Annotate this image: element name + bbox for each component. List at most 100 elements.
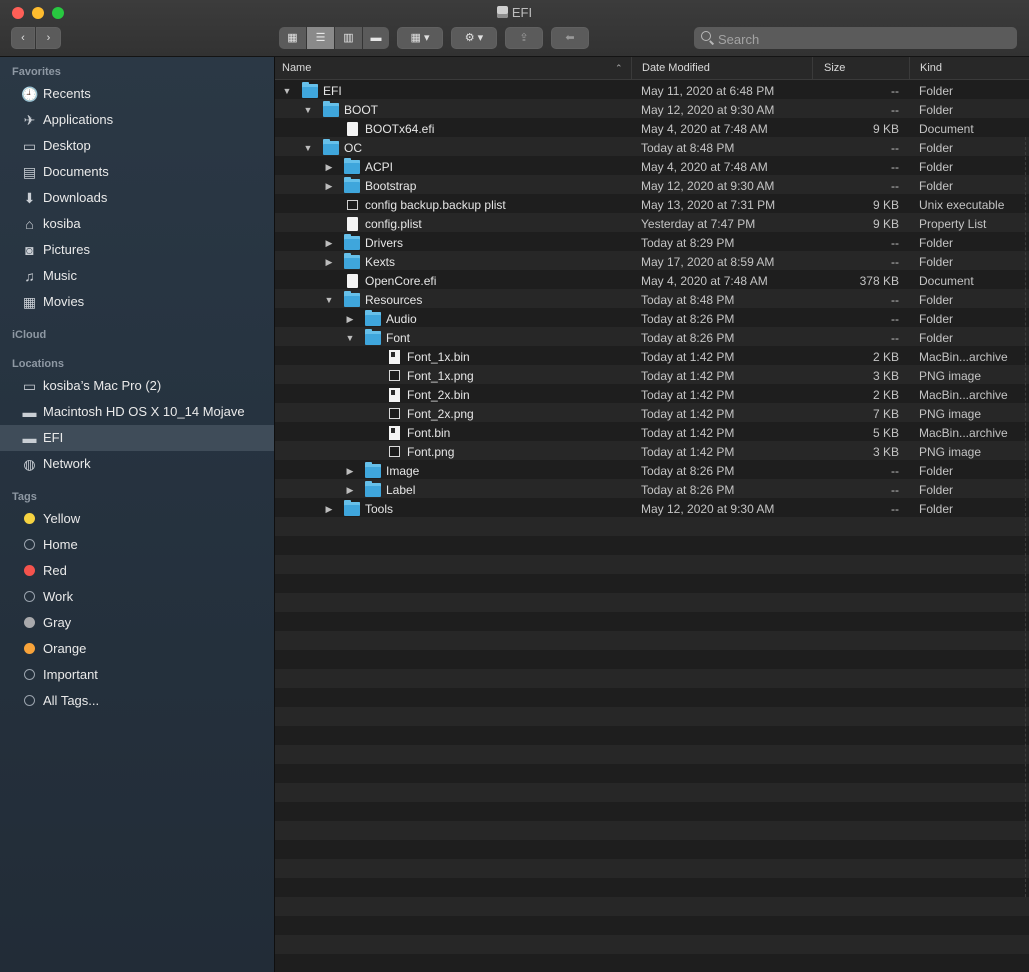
size-column-header[interactable]: Size bbox=[812, 57, 909, 79]
disclosure-open-icon[interactable]: ▼ bbox=[324, 291, 334, 310]
disclosure-closed-icon[interactable]: ▶ bbox=[324, 158, 334, 177]
sidebar-item-label: Important bbox=[43, 667, 98, 682]
file-kind: MacBin...archive bbox=[919, 426, 1008, 440]
sidebar-item-location-2[interactable]: ▬ EFI bbox=[0, 425, 274, 451]
file-row[interactable]: Font_1x.png Today at 1:42 PM 3 KB PNG image bbox=[275, 367, 1029, 386]
sidebar-item-recents[interactable]: 🕘 Recents bbox=[0, 81, 274, 107]
sidebar-item-kosiba[interactable]: ⌂ kosiba bbox=[0, 211, 274, 237]
disk-icon bbox=[496, 6, 508, 18]
file-row[interactable]: Font_1x.bin Today at 1:42 PM 2 KB MacBin...… bbox=[275, 348, 1029, 367]
action-menu-button[interactable]: ⚙ ▾ bbox=[451, 27, 497, 49]
file-name: Font_1x.png bbox=[407, 369, 474, 383]
back-button[interactable]: ‹ bbox=[11, 27, 35, 49]
sidebar-tag-important[interactable]: Important bbox=[0, 662, 274, 688]
name-column-header[interactable]: Name ⌃ bbox=[275, 57, 630, 79]
disclosure-closed-icon[interactable]: ▶ bbox=[345, 310, 355, 329]
image-file-icon bbox=[389, 408, 400, 419]
sidebar-item-location-0[interactable]: ▭ kosiba’s Mac Pro (2) bbox=[0, 373, 274, 399]
sidebar-item-applications[interactable]: ✈ Applications bbox=[0, 107, 274, 133]
kind-column-header[interactable]: Kind bbox=[909, 57, 1029, 79]
sidebar-item-music[interactable]: ♫ Music bbox=[0, 263, 274, 289]
file-row[interactable]: BOOTx64.efi May 4, 2020 at 7:48 AM 9 KB Doc… bbox=[275, 120, 1029, 139]
disclosure-open-icon[interactable]: ▼ bbox=[282, 82, 292, 101]
disclosure-open-icon[interactable]: ▼ bbox=[345, 329, 355, 348]
share-button[interactable]: ⇪ bbox=[505, 27, 543, 49]
file-date: Today at 1:42 PM bbox=[641, 426, 735, 440]
file-row[interactable]: config.plist Yesterday at 7:47 PM 9 KB Prop… bbox=[275, 215, 1029, 234]
file-name: Font_1x.bin bbox=[407, 350, 470, 364]
tag-button[interactable]: ⬅ bbox=[551, 27, 589, 49]
file-row[interactable]: Font_2x.png Today at 1:42 PM 7 KB PNG image bbox=[275, 405, 1029, 424]
file-date: May 4, 2020 at 7:48 AM bbox=[641, 274, 768, 288]
disclosure-closed-icon[interactable]: ▶ bbox=[345, 462, 355, 481]
sidebar-tag-orange[interactable]: Orange bbox=[0, 636, 274, 662]
sidebar-tag-gray[interactable]: Gray bbox=[0, 610, 274, 636]
file-row[interactable]: ▼ Resources Today at 8:48 PM -- Folder bbox=[275, 291, 1029, 310]
sidebar-item-label: Network bbox=[43, 456, 91, 471]
file-date: May 11, 2020 at 6:48 PM bbox=[641, 84, 775, 98]
search-icon bbox=[701, 31, 711, 41]
file-row[interactable]: Font_2x.bin Today at 1:42 PM 2 KB MacBin...… bbox=[275, 386, 1029, 405]
disclosure-closed-icon[interactable]: ▶ bbox=[324, 500, 334, 519]
desktop-icon: ▭ bbox=[22, 138, 37, 154]
file-size: 378 KB bbox=[859, 274, 899, 288]
gallery-view-button[interactable]: ▬ bbox=[363, 27, 389, 49]
date-column-header[interactable]: Date Modified bbox=[631, 57, 812, 79]
file-name: config backup.backup plist bbox=[365, 198, 506, 212]
forward-button[interactable]: › bbox=[36, 27, 61, 49]
disclosure-open-icon[interactable]: ▼ bbox=[303, 101, 313, 120]
network-icon: ◍ bbox=[23, 456, 36, 472]
folder-icon bbox=[344, 158, 360, 174]
sidebar-tag-home[interactable]: Home bbox=[0, 532, 274, 558]
disk-icon: ▬ bbox=[22, 430, 37, 446]
sidebar-item-desktop[interactable]: ▭ Desktop bbox=[0, 133, 274, 159]
sidebar-tag-yellow[interactable]: Yellow bbox=[0, 506, 274, 532]
disclosure-open-icon[interactable]: ▼ bbox=[303, 139, 313, 158]
disclosure-closed-icon[interactable]: ▶ bbox=[345, 481, 355, 500]
sidebar-item-location-1[interactable]: ▬ Macintosh HD OS X 10_14 Mojave bbox=[0, 399, 274, 425]
file-row[interactable]: ▼ Font Today at 8:26 PM -- Folder bbox=[275, 329, 1029, 348]
file-row[interactable]: ▶ Tools May 12, 2020 at 9:30 AM -- Folder bbox=[275, 500, 1029, 519]
file-row[interactable]: Font.png Today at 1:42 PM 3 KB PNG image bbox=[275, 443, 1029, 462]
group-by-button[interactable]: ▦ ▾ bbox=[397, 27, 443, 49]
sidebar-tag-work[interactable]: Work bbox=[0, 584, 274, 610]
folder-icon bbox=[344, 500, 360, 516]
column-view-button[interactable]: ▥ bbox=[335, 27, 362, 49]
scrollbar-track[interactable] bbox=[1025, 137, 1029, 897]
file-row[interactable]: ▶ Bootstrap May 12, 2020 at 9:30 AM -- Folde… bbox=[275, 177, 1029, 196]
sidebar-item-downloads[interactable]: ⬇ Downloads bbox=[0, 185, 274, 211]
file-kind: MacBin...archive bbox=[919, 388, 1008, 402]
list-view-button[interactable]: ☰ bbox=[307, 27, 334, 49]
sidebar-item-documents[interactable]: ▤ Documents bbox=[0, 159, 274, 185]
file-size: -- bbox=[891, 84, 899, 98]
sidebar-item-location-3[interactable]: ◍ Network bbox=[0, 451, 274, 477]
disclosure-closed-icon[interactable]: ▶ bbox=[324, 177, 334, 196]
file-row[interactable]: ▶ Drivers Today at 8:29 PM -- Folder bbox=[275, 234, 1029, 253]
file-row[interactable]: ▼ EFI May 11, 2020 at 6:48 PM -- Folder bbox=[275, 82, 1029, 101]
file-row[interactable]: ▶ Audio Today at 8:26 PM -- Folder bbox=[275, 310, 1029, 329]
sidebar-tag-red[interactable]: Red bbox=[0, 558, 274, 584]
folder-icon bbox=[365, 329, 381, 345]
search-field[interactable] bbox=[694, 27, 1017, 50]
share-icon: ⇪ bbox=[519, 32, 529, 44]
file-size: 2 KB bbox=[872, 350, 899, 364]
sidebar-item-pictures[interactable]: ◙ Pictures bbox=[0, 237, 274, 263]
file-row[interactable]: ▶ Image Today at 8:26 PM -- Folder bbox=[275, 462, 1029, 481]
disclosure-closed-icon[interactable]: ▶ bbox=[324, 253, 334, 272]
disclosure-closed-icon[interactable]: ▶ bbox=[324, 234, 334, 253]
icon-view-button[interactable]: ▦ bbox=[279, 27, 306, 49]
sidebar-tag-all-tags-[interactable]: All Tags... bbox=[0, 688, 274, 714]
file-row[interactable]: ▶ ACPI May 4, 2020 at 7:48 AM -- Folder bbox=[275, 158, 1029, 177]
search-input[interactable] bbox=[716, 28, 1010, 50]
file-row[interactable]: OpenCore.efi May 4, 2020 at 7:48 AM 378 KB… bbox=[275, 272, 1029, 291]
file-row[interactable]: config backup.backup plist May 13, 2020 a… bbox=[275, 196, 1029, 215]
file-size: -- bbox=[891, 179, 899, 193]
file-row[interactable]: ▶ Label Today at 8:26 PM -- Folder bbox=[275, 481, 1029, 500]
folder-icon bbox=[344, 234, 360, 250]
file-row[interactable]: Font.bin Today at 1:42 PM 5 KB MacBin...arc… bbox=[275, 424, 1029, 443]
sidebar-item-movies[interactable]: ▦ Movies bbox=[0, 289, 274, 315]
file-row[interactable]: ▼ OC Today at 8:48 PM -- Folder bbox=[275, 139, 1029, 158]
file-row[interactable]: ▼ BOOT May 12, 2020 at 9:30 AM -- Folder bbox=[275, 101, 1029, 120]
file-row[interactable]: ▶ Kexts May 17, 2020 at 8:59 AM -- Folder bbox=[275, 253, 1029, 272]
file-kind: Folder bbox=[919, 141, 954, 155]
